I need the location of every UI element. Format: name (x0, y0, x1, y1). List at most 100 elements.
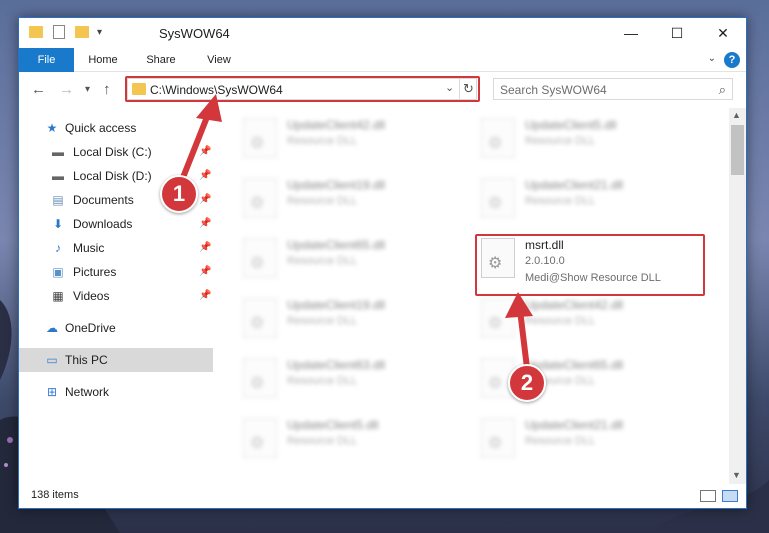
file-name: UpdateClient5.dll (525, 118, 617, 132)
network-icon: ⊞ (46, 385, 58, 399)
list-item[interactable]: ⚙ UpdateClient21.dll Resource DLL (477, 410, 707, 468)
back-arrow-icon[interactable]: ← (31, 81, 46, 98)
sidebar-item-label: Documents (73, 193, 134, 207)
file-icon: ⚙ (481, 178, 515, 218)
sidebar-item-pictures[interactable]: ▣ Pictures 📌 (19, 260, 213, 284)
computer-icon: ▭ (46, 353, 58, 367)
up-arrow-icon[interactable]: ↑ (103, 81, 111, 98)
navigation-bar: ← → ▾ ↑ C:\Windows\SysWOW64 ⌄ ↻ Search S… (19, 72, 746, 108)
gear-icon: ⚙ (250, 135, 265, 152)
file-icon: ⚙ (481, 118, 515, 158)
file-name: UpdateClient21.dll (525, 418, 624, 432)
gear-icon: ⚙ (250, 255, 265, 272)
list-item[interactable]: ⚙ UpdateClient5.dll Resource DLL (477, 110, 707, 168)
pin-icon[interactable]: 📌 (199, 146, 211, 157)
sidebar-item-quick-access[interactable]: ★ Quick access (19, 116, 213, 140)
navigation-pane: ★ Quick access ▬ Local Disk (C:) 📌 ▬ Loc… (19, 108, 213, 484)
sidebar-item-onedrive[interactable]: ☁ OneDrive (19, 316, 213, 340)
pin-icon[interactable]: 📌 (199, 170, 211, 181)
gear-icon: ⚙ (250, 375, 265, 392)
sidebar-item-videos[interactable]: ▦ Videos 📌 (19, 284, 213, 308)
details-view-icon[interactable] (700, 490, 716, 502)
list-item[interactable]: ⚙ UpdateClient63.dll Resource DLL (239, 350, 469, 408)
view-toggle (700, 490, 738, 502)
quick-access-toolbar: ▾ (29, 25, 102, 39)
ribbon-tabs: File Home Share View ⌄ ? (19, 48, 746, 72)
music-icon: ♪ (55, 241, 61, 255)
file-name: UpdateClient19.dll (287, 298, 386, 312)
tiles-view-icon[interactable] (722, 490, 738, 502)
list-item[interactable]: ⚙ UpdateClient19.dll Resource DLL (239, 290, 469, 348)
sidebar-item-label: Videos (73, 289, 110, 303)
step-marker-1: 1 (160, 175, 198, 213)
sidebar-item-downloads[interactable]: ⬇ Downloads 📌 (19, 212, 213, 236)
folder-icon[interactable] (29, 26, 43, 38)
download-icon: ⬇ (52, 217, 64, 231)
new-folder-icon[interactable] (75, 26, 89, 38)
help-icon[interactable]: ? (724, 52, 740, 68)
properties-icon[interactable] (53, 25, 65, 39)
pin-icon[interactable]: 📌 (199, 266, 211, 277)
pin-icon[interactable]: 📌 (199, 290, 211, 301)
gear-icon: ⚙ (250, 315, 265, 332)
forward-arrow-icon[interactable]: → (59, 81, 74, 98)
tab-share[interactable]: Share (139, 48, 183, 72)
list-item[interactable]: ⚙ UpdateClient21.dll Resource DLL (477, 170, 707, 228)
sidebar-item-label: Pictures (73, 265, 117, 279)
scroll-down-icon[interactable]: ▼ (732, 470, 741, 480)
list-item[interactable]: ⚙ UpdateClient42.dll Resource DLL (477, 290, 707, 348)
list-item[interactable]: ⚙ UpdateClient42.dll Resource DLL (239, 110, 469, 168)
file-name: UpdateClient42.dll (287, 118, 386, 132)
search-input[interactable]: Search SysWOW64 ⌕ (493, 78, 733, 100)
file-type: Resource DLL (287, 315, 358, 327)
explorer-window: ▾ SysWOW64 — ☐ ✕ File Home Share View ⌄ … (18, 17, 747, 509)
vertical-scrollbar[interactable]: ▲ ▼ (729, 108, 746, 484)
item-count: 138 items (31, 489, 79, 501)
file-name: UpdateClient21.dll (525, 178, 624, 192)
tab-file[interactable]: File (19, 48, 74, 72)
file-name: UpdateClient63.dll (287, 358, 386, 372)
drive-icon: ▬ (52, 169, 64, 183)
videos-icon: ▦ (52, 289, 64, 303)
scroll-thumb[interactable] (731, 125, 744, 175)
pin-icon[interactable]: 📌 (199, 218, 211, 229)
list-item[interactable]: ⚙ UpdateClient5.dll Resource DLL (239, 410, 469, 468)
minimize-button[interactable]: — (608, 18, 654, 48)
gear-icon: ⚙ (488, 195, 503, 212)
file-icon: ⚙ (481, 418, 515, 458)
sidebar-item-label: Downloads (73, 217, 133, 231)
gear-icon: ⚙ (488, 435, 503, 452)
sidebar-item-label: This PC (65, 353, 108, 367)
star-icon: ★ (46, 121, 58, 135)
sidebar-item-music[interactable]: ♪ Music 📌 (19, 236, 213, 260)
close-button[interactable]: ✕ (700, 18, 746, 48)
list-item[interactable]: ⚙ UpdateClient19.dll Resource DLL (239, 170, 469, 228)
pin-icon[interactable]: 📌 (199, 194, 211, 205)
pin-icon[interactable]: 📌 (199, 242, 211, 253)
expand-ribbon-icon[interactable]: ⌄ (708, 53, 716, 64)
scroll-up-icon[interactable]: ▲ (732, 110, 741, 120)
file-icon: ⚙ (481, 298, 515, 338)
sidebar-item-network[interactable]: ⊞ Network (19, 380, 213, 404)
file-type: Resource DLL (525, 435, 596, 447)
search-icon[interactable]: ⌕ (719, 82, 726, 98)
gear-icon: ⚙ (488, 135, 503, 152)
gear-icon: ⚙ (250, 195, 265, 212)
title-bar: ▾ SysWOW64 — ☐ ✕ (19, 18, 746, 48)
tab-view[interactable]: View (197, 48, 241, 72)
sidebar-item-local-disk-c[interactable]: ▬ Local Disk (C:) 📌 (19, 140, 213, 164)
tab-home[interactable]: Home (81, 48, 125, 72)
window-title: SysWOW64 (159, 26, 230, 41)
file-icon: ⚙ (243, 298, 277, 338)
customize-toolbar-icon[interactable]: ▾ (97, 27, 102, 38)
gear-icon: ⚙ (488, 375, 503, 392)
step-marker-2: 2 (508, 364, 546, 402)
maximize-button[interactable]: ☐ (654, 18, 700, 48)
gear-icon: ⚙ (488, 315, 503, 332)
sidebar-item-this-pc[interactable]: ▭ This PC (19, 348, 213, 372)
list-item[interactable]: ⚙ UpdateClient65.dll Resource DLL (239, 230, 469, 288)
file-type: Resource DLL (287, 135, 358, 147)
file-name: UpdateClient65.dll (287, 238, 386, 252)
drive-icon: ▬ (52, 145, 64, 159)
recent-locations-icon[interactable]: ▾ (85, 84, 90, 95)
